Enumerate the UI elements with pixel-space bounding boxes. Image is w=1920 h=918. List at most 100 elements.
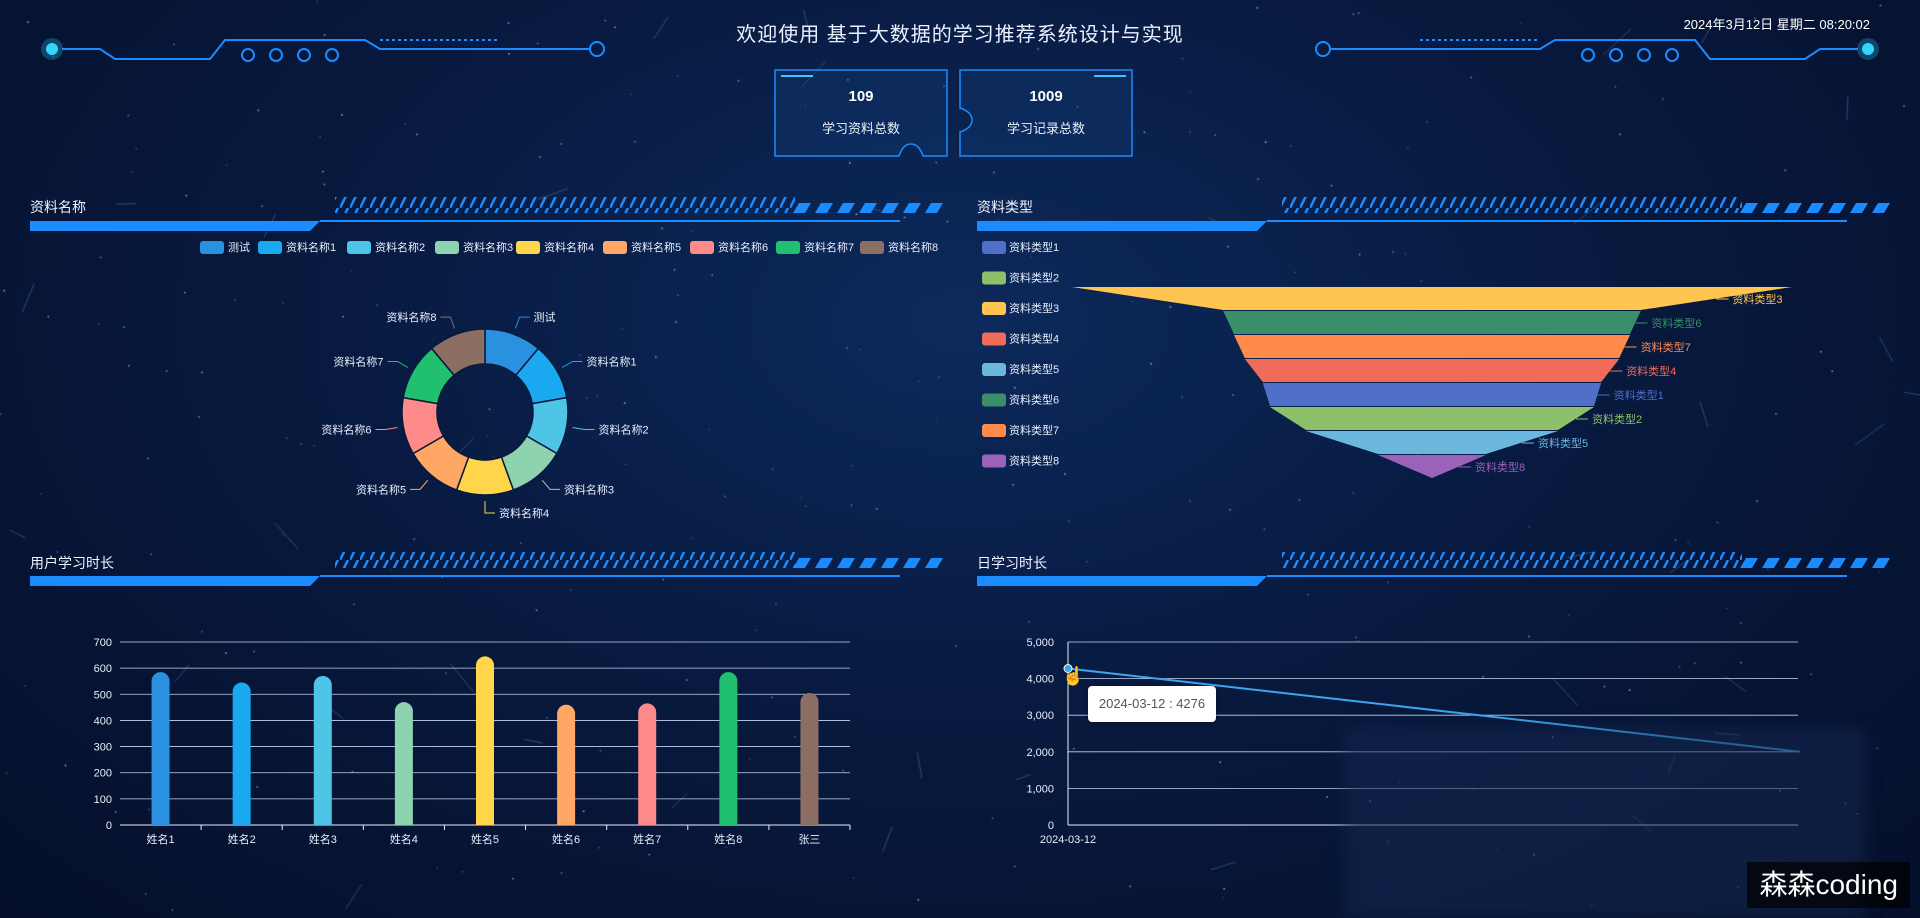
- funnel-label: 资料类型4: [1626, 364, 1676, 378]
- x-tick-label: 姓名7: [633, 832, 661, 846]
- bar: [232, 682, 251, 825]
- funnel-label: 资料类型8: [1475, 460, 1525, 474]
- pie-leader: [484, 501, 495, 514]
- bar: [151, 672, 170, 825]
- x-tick-label: 姓名8: [714, 832, 742, 846]
- legend-label: 资料类型1: [1009, 240, 1059, 254]
- funnel-segment: [1223, 311, 1641, 334]
- funnel-segment: [1234, 335, 1630, 358]
- legend-label: 资料类型7: [1009, 423, 1059, 437]
- funnel-segment: [1270, 407, 1594, 430]
- bar: [313, 675, 332, 825]
- legend-label: 资料类型6: [1009, 393, 1059, 407]
- pie-leader: [440, 316, 456, 329]
- chart-tooltip: 2024-03-12 : 4276: [1088, 686, 1216, 722]
- pie-label: 测试: [534, 311, 556, 324]
- legend-label: 资料名称4: [544, 240, 594, 254]
- y-tick-label: 300: [94, 742, 112, 754]
- legend-swatch: [982, 454, 1006, 468]
- legend-label: 资料类型5: [1009, 362, 1059, 376]
- y-tick-label: 400: [94, 715, 112, 727]
- pie-label: 资料名称2: [598, 423, 648, 437]
- bar: [476, 656, 494, 825]
- legend-swatch: [516, 241, 540, 254]
- legend-label: 资料类型4: [1009, 332, 1059, 346]
- legend-label: 资料名称6: [718, 240, 768, 254]
- legend-label: 资料类型3: [1009, 301, 1059, 315]
- y-tick-label: 600: [94, 663, 112, 675]
- legend-swatch: [982, 241, 1006, 254]
- y-tick-label: 2,000: [1026, 747, 1054, 759]
- pie-label: 资料名称4: [499, 506, 549, 520]
- legend-swatch: [776, 241, 800, 254]
- pointer-cursor-icon: ☝: [1062, 666, 1085, 686]
- y-tick-label: 5,000: [1026, 637, 1054, 649]
- pie-label: 资料名称5: [356, 482, 406, 496]
- legend-label: 资料类型8: [1009, 454, 1059, 468]
- x-tick-label: 姓名1: [146, 832, 174, 846]
- x-tick-label: 姓名5: [471, 832, 499, 846]
- x-tick-label: 姓名4: [390, 832, 418, 846]
- legend-label: 资料名称1: [286, 240, 336, 254]
- pie-leader: [514, 316, 530, 329]
- bar: [638, 703, 657, 825]
- pie-label: 资料名称8: [386, 310, 436, 324]
- legend-swatch: [347, 241, 371, 254]
- bar: [557, 704, 576, 825]
- legend-swatch: [982, 393, 1006, 407]
- y-tick-label: 1,000: [1026, 783, 1054, 795]
- legend-swatch: [982, 332, 1006, 346]
- legend-swatch: [435, 241, 459, 254]
- pie-leader: [410, 479, 429, 490]
- legend-swatch: [603, 241, 627, 254]
- funnel-label: 资料类型2: [1592, 412, 1642, 426]
- y-tick-label: 0: [106, 820, 112, 832]
- x-tick-label: 姓名2: [228, 832, 256, 846]
- legend-label: 资料名称2: [375, 240, 425, 254]
- funnel-segment: [1262, 383, 1602, 406]
- pie-leader: [561, 361, 583, 368]
- pie-leader: [572, 426, 595, 431]
- legend-swatch: [258, 241, 282, 254]
- funnel-label: 资料类型1: [1614, 388, 1664, 402]
- funnel-label: 资料类型3: [1732, 292, 1782, 306]
- bar: [719, 672, 738, 825]
- legend-swatch: [982, 271, 1006, 285]
- funnel-label: 资料类型5: [1538, 436, 1588, 450]
- pie-label: 资料名称6: [321, 423, 371, 437]
- bar: [800, 692, 819, 825]
- funnel-segment: [1244, 359, 1620, 382]
- legend-swatch: [982, 302, 1006, 315]
- bar: [394, 702, 413, 825]
- pie-label: 资料名称1: [586, 355, 636, 369]
- y-tick-label: 100: [94, 794, 112, 806]
- y-tick-label: 0: [1048, 820, 1054, 832]
- legend-swatch: [690, 241, 714, 254]
- y-tick-label: 200: [94, 768, 112, 780]
- x-tick-label: 姓名3: [309, 832, 337, 846]
- x-tick-label: 张三: [798, 833, 820, 846]
- y-tick-label: 4,000: [1026, 674, 1054, 686]
- y-tick-label: 500: [94, 689, 112, 701]
- watermark: 森森coding: [1747, 862, 1910, 908]
- legend-swatch: [860, 241, 884, 254]
- pie-label: 资料名称7: [333, 355, 383, 369]
- x-tick-label: 2024-03-12: [1040, 834, 1096, 846]
- legend-label: 资料类型2: [1009, 271, 1059, 285]
- pie-label: 资料名称3: [564, 482, 614, 496]
- legend-label: 测试: [228, 241, 250, 254]
- legend-label: 资料名称8: [888, 240, 938, 254]
- legend-label: 资料名称3: [463, 240, 513, 254]
- funnel-label: 资料类型6: [1651, 316, 1701, 330]
- y-tick-label: 700: [94, 637, 112, 649]
- funnel-segment: [1072, 287, 1792, 310]
- legend-label: 资料名称7: [804, 240, 854, 254]
- pie-leader: [375, 426, 398, 431]
- legend-swatch: [982, 424, 1006, 437]
- funnel-segment: [1306, 431, 1558, 454]
- y-tick-label: 3,000: [1026, 710, 1054, 722]
- pie-leader: [387, 361, 409, 368]
- legend-label: 资料名称5: [631, 240, 681, 254]
- funnel-label: 资料类型7: [1641, 340, 1691, 354]
- legend-swatch: [200, 241, 224, 254]
